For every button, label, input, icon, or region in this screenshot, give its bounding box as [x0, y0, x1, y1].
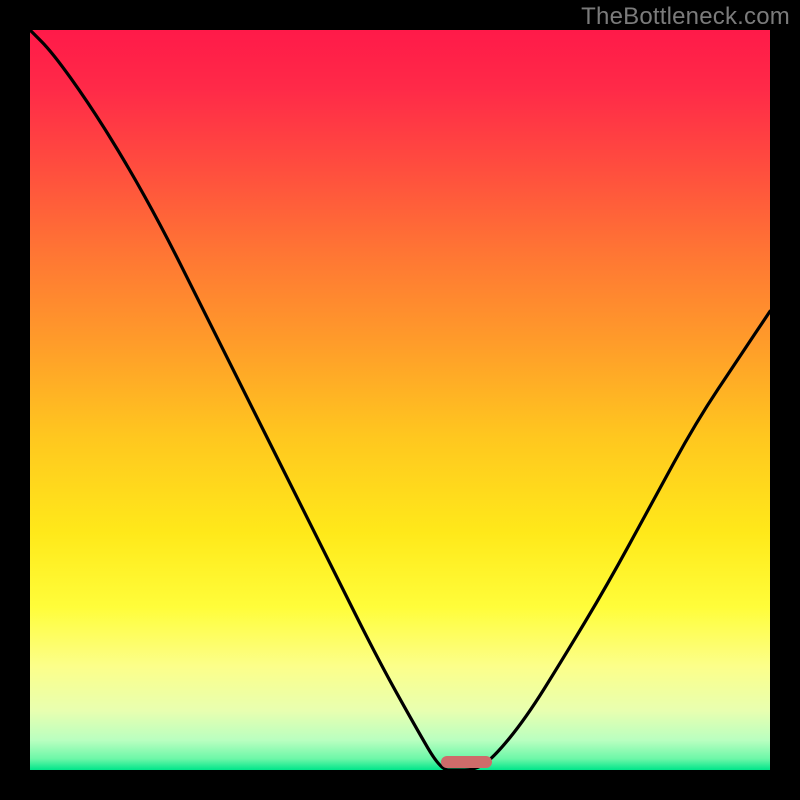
optimal-marker — [441, 756, 493, 768]
bottleneck-curve — [30, 30, 770, 770]
chart-frame: TheBottleneck.com — [0, 0, 800, 800]
watermark-text: TheBottleneck.com — [581, 3, 790, 31]
plot-area — [30, 30, 770, 770]
